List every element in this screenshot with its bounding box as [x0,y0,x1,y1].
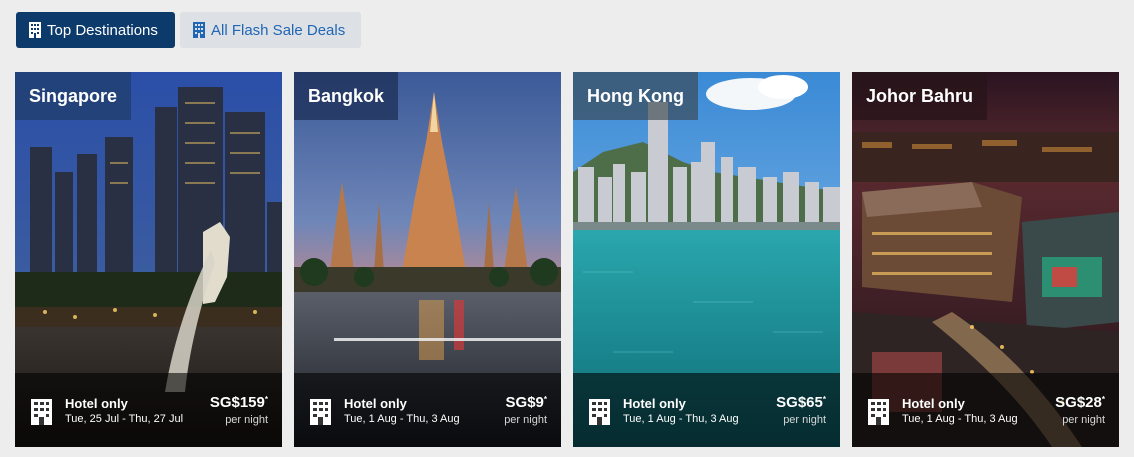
per-night-label: per night [783,414,826,426]
destination-card-johor-bahru[interactable]: Johor Bahru Hotel only Tue, 1 Aug - Thu,… [852,72,1119,447]
deal-type: Hotel only [344,396,407,411]
deal-dates: Tue, 1 Aug - Thu, 3 Aug [623,413,739,425]
building-icon [28,22,42,38]
city-label: Singapore [15,72,132,120]
building-icon [589,399,610,425]
building-icon [31,399,52,425]
building-icon [868,399,889,425]
destination-card-hong-kong[interactable]: Hong Kong Hotel only Tue, 1 Aug - Thu, 3… [573,72,840,447]
deal-footer: Hotel only Tue, 1 Aug - Thu, 3 Aug SG$65… [573,373,840,447]
deal-dates: Tue, 1 Aug - Thu, 3 Aug [344,413,460,425]
deal-price: SG$9* [505,394,547,411]
deal-price: SG$65* [776,394,826,411]
building-icon [310,399,331,425]
deal-price: SG$28* [1055,394,1105,411]
city-label: Hong Kong [573,72,698,120]
deal-footer: Hotel only Tue, 1 Aug - Thu, 3 Aug SG$28… [852,373,1119,447]
deal-type: Hotel only [65,396,128,411]
per-night-label: per night [1062,414,1105,426]
city-label: Johor Bahru [852,72,988,120]
tab-all-flash-sale-deals[interactable]: All Flash Sale Deals [180,12,361,48]
deal-footer: Hotel only Tue, 1 Aug - Thu, 3 Aug SG$9*… [294,373,561,447]
tab-label: Top Destinations [47,21,158,39]
deal-type: Hotel only [623,396,686,411]
deal-price: SG$159* [209,394,268,411]
deal-footer: Hotel only Tue, 25 Jul - Thu, 27 Jul SG$… [15,373,282,447]
destination-card-bangkok[interactable]: Bangkok Hotel only Tue, 1 Aug - Thu, 3 A… [294,72,561,447]
deal-type: Hotel only [902,396,965,411]
destination-card-singapore[interactable]: Singapore Hotel only Tue, 25 Jul - Thu, … [15,72,282,447]
deal-dates: Tue, 25 Jul - Thu, 27 Jul [65,413,184,425]
per-night-label: per night [504,414,547,426]
city-label: Bangkok [294,72,399,120]
tab-bar: Top Destinations All Flash Sale Deals [16,12,361,48]
deal-dates: Tue, 1 Aug - Thu, 3 Aug [902,413,1018,425]
building-icon [192,22,206,38]
per-night-label: per night [225,414,268,426]
tab-label: All Flash Sale Deals [211,21,346,39]
destination-cards: Singapore Hotel only Tue, 25 Jul - Thu, … [15,72,1119,447]
tab-top-destinations[interactable]: Top Destinations [16,12,175,48]
